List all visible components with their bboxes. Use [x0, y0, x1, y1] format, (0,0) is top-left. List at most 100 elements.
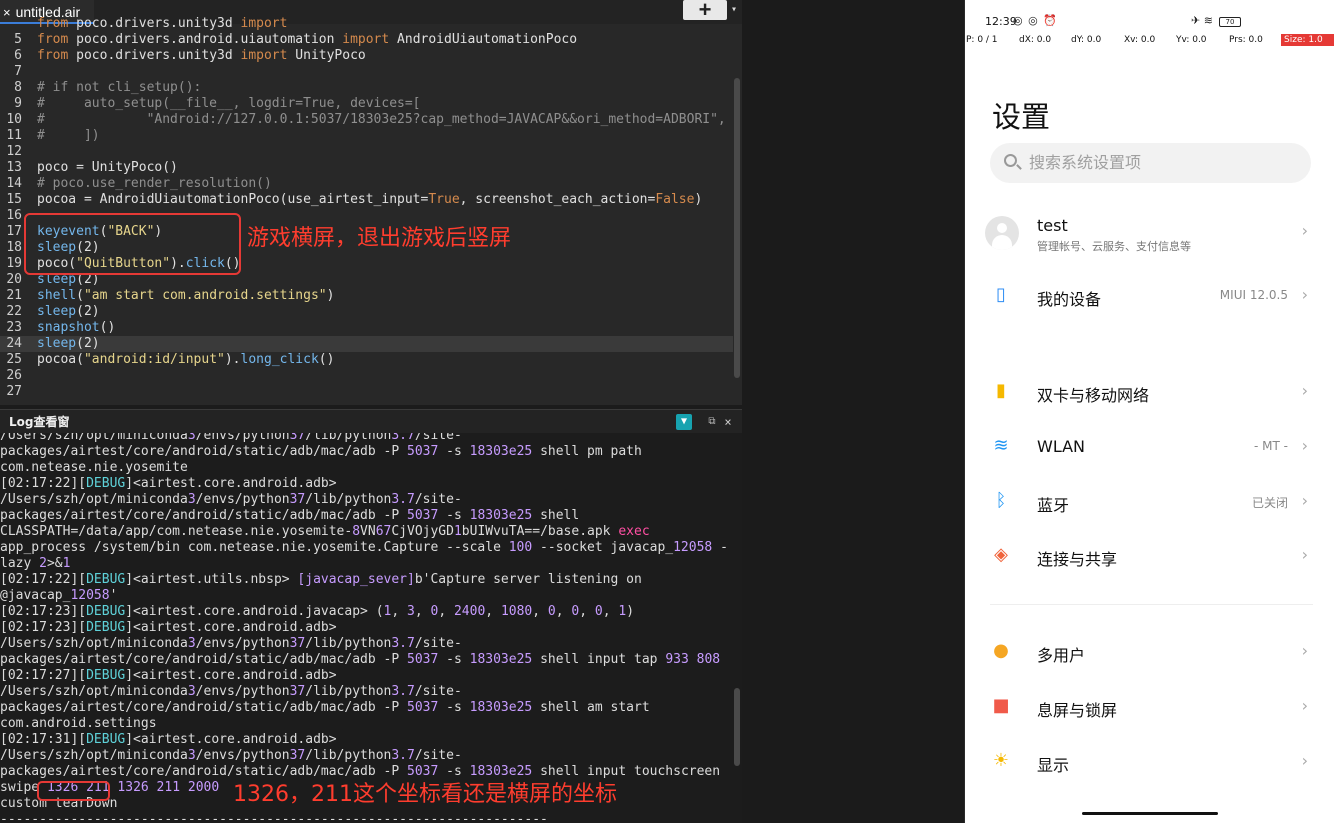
settings-item-multi-user[interactable]: ● 多用户 › — [965, 627, 1337, 677]
log-line: [02:17:23][DEBUG]<airtest.core.android.j… — [0, 604, 635, 619]
chevron-right-icon: › — [1301, 436, 1308, 455]
device-screen[interactable]: 12:39 ◎ ◎ ⏰ ✈ ≋ 70 P: 0 / 1 dX: 0.0 dY: … — [964, 0, 1337, 823]
my-device-icon: ▯ — [996, 284, 1006, 305]
line-number: 12 — [6, 144, 22, 159]
code-line[interactable]: 24 sleep(2) — [0, 336, 733, 352]
settings-item-connection-share[interactable]: ◈ 连接与共享 › — [965, 531, 1337, 581]
chevron-right-icon: › — [1301, 696, 1308, 715]
pointer-dy: dY: 0.0 — [1071, 35, 1102, 45]
code-line[interactable]: 7 — [0, 64, 733, 80]
line-number: 15 — [6, 192, 22, 207]
divider — [990, 604, 1313, 605]
line-number: 6 — [14, 48, 22, 63]
code-line[interactable]: from poco.drivers.unity3d import — [0, 16, 733, 32]
line-number: 9 — [14, 96, 22, 111]
status-time: 12:39 — [985, 15, 1017, 28]
line-number: 10 — [6, 112, 22, 127]
wlan-icon: ≋ — [993, 435, 1009, 456]
code-line[interactable]: 26 — [0, 368, 733, 384]
filter-icon[interactable]: ▼ — [676, 414, 692, 430]
log-line: CLASSPATH=/data/app/com.netease.nie.yose… — [0, 524, 650, 539]
log-line: packages/airtest/core/android/static/adb… — [0, 444, 642, 459]
code-text: pocoa = AndroidUiautomationPoco(use_airt… — [37, 192, 703, 207]
settings-item-my-device[interactable]: ▯ 我的设备 MIUI 12.0.5 › — [965, 271, 1337, 321]
sim-icon: ▮ — [996, 380, 1006, 401]
code-text: pocoa("android:id/input").long_click() — [37, 352, 335, 367]
code-line[interactable]: 15 pocoa = AndroidUiautomationPoco(use_ai… — [0, 192, 733, 208]
code-line[interactable]: 11 # ]) — [0, 128, 733, 144]
line-number: 17 — [6, 224, 22, 239]
log-line: packages/airtest/core/android/static/adb… — [0, 652, 721, 667]
settings-item-label: 显示 — [1037, 756, 1070, 775]
highlight-box-code — [24, 213, 241, 275]
pointer-location-bar: P: 0 / 1 dX: 0.0 dY: 0.0 Xv: 0.0 Yv: 0.0… — [965, 33, 1337, 47]
line-number: 8 — [14, 80, 22, 95]
line-number: 5 — [14, 32, 22, 47]
battery-icon: 70 — [1219, 17, 1241, 27]
chevron-right-icon: › — [1301, 381, 1308, 400]
settings-item-label: 双卡与移动网络 — [1037, 386, 1150, 405]
settings-item-wlan[interactable]: ≋ WLAN - MT - › — [965, 422, 1337, 472]
code-editor[interactable]: × untitled.air + ▾ from poco.drivers.unit… — [0, 0, 742, 405]
settings-item-label: 我的设备 — [1037, 290, 1102, 309]
code-line[interactable]: 10 # "Android://127.0.0.1:5037/18303e25?c… — [0, 112, 733, 128]
pointer-p: P: 0 / 1 — [966, 35, 998, 45]
log-panel-header: Log查看窗 ▼ ⧉ × — [0, 409, 742, 433]
code-text: # "Android://127.0.0.1:5037/18303e25?cap… — [37, 112, 726, 127]
editor-scrollbar[interactable] — [734, 78, 740, 378]
code-line[interactable]: 13 poco = UnityPoco() — [0, 160, 733, 176]
code-line[interactable]: 14 # poco.use_render_resolution() — [0, 176, 733, 192]
code-line[interactable]: 12 — [0, 144, 733, 160]
log-line: [02:17:27][DEBUG]<airtest.core.android.a… — [0, 668, 337, 683]
pointer-dx: dX: 0.0 — [1019, 35, 1052, 45]
chevron-right-icon: › — [1301, 751, 1308, 770]
chevron-right-icon: › — [1301, 221, 1308, 240]
log-panel-title: Log查看窗 — [9, 415, 70, 429]
close-icon[interactable]: × — [722, 414, 734, 430]
log-line: [02:17:22][DEBUG]<airtest.core.android.a… — [0, 476, 337, 491]
account-subtitle: 管理帐号、云服务、支付信息等 — [1037, 240, 1191, 253]
log-line: [02:17:23][DEBUG]<airtest.core.android.a… — [0, 620, 337, 635]
code-line[interactable]: 22 sleep(2) — [0, 304, 733, 320]
annotation-code: 游戏横屏，退出游戏后竖屏 — [247, 226, 512, 251]
settings-item-label: 多用户 — [1037, 646, 1086, 665]
code-text: # if not cli_setup(): — [37, 80, 202, 95]
code-line[interactable]: 5 from poco.drivers.android.uiautomation … — [0, 32, 733, 48]
lock-screen-icon: ■ — [992, 695, 1010, 716]
settings-item-label: WLAN — [1037, 437, 1086, 456]
line-number: 18 — [6, 240, 22, 255]
settings-item-bluetooth[interactable]: ᛒ 蓝牙 已关闭 › — [965, 477, 1337, 527]
code-line[interactable]: 8 # if not cli_setup(): — [0, 80, 733, 96]
restore-icon[interactable]: ⧉ — [706, 414, 718, 430]
log-scrollbar[interactable] — [734, 688, 740, 766]
line-number: 13 — [6, 160, 22, 175]
code-line[interactable]: 25 pocoa("android:id/input").long_click() — [0, 352, 733, 368]
code-line[interactable]: 21 shell("am start com.android.settings") — [0, 288, 733, 304]
settings-item-lock-screen[interactable]: ■ 息屏与锁屏 › — [965, 682, 1337, 732]
code-line[interactable]: 23 snapshot() — [0, 320, 733, 336]
code-line[interactable]: 6 from poco.drivers.unity3d import UnityP… — [0, 48, 733, 64]
pointer-prs: Prs: 0.0 — [1229, 35, 1263, 45]
code-text: # auto_setup(__file__, logdir=True, devi… — [37, 96, 421, 111]
line-number: 7 — [14, 64, 22, 79]
search-input[interactable]: 搜索系统设置项 — [1029, 143, 1141, 183]
pointer-xv: Xv: 0.0 — [1124, 35, 1156, 45]
code-text: from poco.drivers.unity3d import UnityPo… — [37, 48, 366, 63]
settings-item-display[interactable]: ☀ 显示 › — [965, 737, 1337, 787]
log-output[interactable]: /Users/szh/opt/miniconda3/envs/python37/… — [0, 433, 742, 823]
line-number: 20 — [6, 272, 22, 287]
code-line[interactable]: 9 # auto_setup(__file__, logdir=True, dev… — [0, 96, 733, 112]
search-bar[interactable]: 搜索系统设置项 — [990, 143, 1311, 183]
settings-item-sim[interactable]: ▮ 双卡与移动网络 › — [965, 367, 1337, 417]
chevron-right-icon: › — [1301, 285, 1308, 304]
account-row[interactable]: test 管理帐号、云服务、支付信息等 › — [965, 208, 1337, 258]
pointer-size: Size: 1.0 — [1281, 34, 1334, 46]
home-indicator[interactable] — [1082, 812, 1218, 815]
line-number: 21 — [6, 288, 22, 303]
multi-user-icon: ● — [993, 640, 1009, 661]
code-line[interactable]: 27 — [0, 384, 733, 400]
line-number: 11 — [6, 128, 22, 143]
code-text: from poco.drivers.unity3d import — [37, 16, 288, 31]
bluetooth-icon: ᛒ — [995, 490, 1007, 511]
avatar — [985, 216, 1019, 250]
